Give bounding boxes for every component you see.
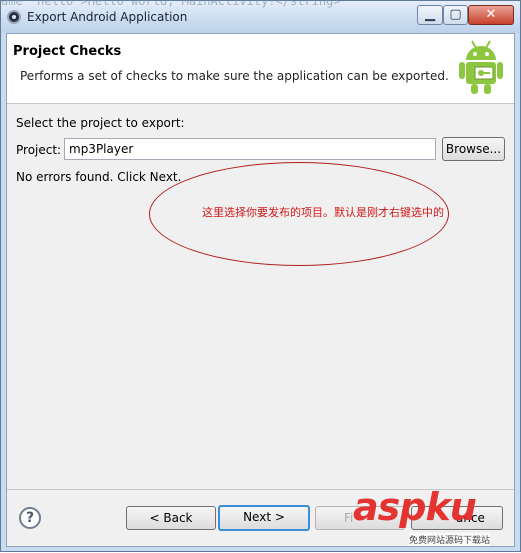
watermark-logo: aspku — [353, 485, 477, 529]
annotation-text: 这里选择你要发布的项目。默认是刚才右键选中的 — [202, 206, 444, 219]
status-message: No errors found. Click Next. — [16, 170, 182, 184]
back-button[interactable]: < Back — [126, 506, 216, 530]
minimize-button[interactable]: ▁ — [417, 5, 443, 25]
page-title: Project Checks — [13, 44, 122, 59]
next-button[interactable]: Next > — [218, 505, 310, 531]
watermark: aspku 免费网站源码下载站 — [353, 485, 521, 553]
project-label: Project: — [16, 143, 62, 157]
background-editor-text: ame hello">Hello world, MainActivity!</s… — [1, 0, 341, 8]
select-project-label: Select the project to export: — [16, 116, 185, 130]
wizard-header: Project Checks Performs a set of checks … — [7, 34, 514, 104]
android-robot-icon — [459, 40, 503, 94]
eclipse-icon — [7, 10, 21, 24]
export-dialog-window: ame hello">Hello world, MainActivity!</s… — [0, 0, 521, 552]
browse-button[interactable]: Browse... — [442, 137, 505, 161]
title-bar[interactable]: ame hello">Hello world, MainActivity!</s… — [1, 0, 520, 33]
watermark-subtitle: 免费网站源码下载站 — [409, 533, 491, 546]
close-button[interactable]: ✕ — [468, 5, 514, 25]
page-description: Performs a set of checks to make sure th… — [20, 69, 449, 83]
maximize-button[interactable]: ▢ — [443, 5, 468, 25]
help-icon[interactable]: ? — [19, 507, 41, 529]
dialog-body: Project Checks Performs a set of checks … — [6, 33, 515, 547]
project-input[interactable] — [64, 138, 436, 160]
window-title: Export Android Application — [27, 10, 188, 24]
